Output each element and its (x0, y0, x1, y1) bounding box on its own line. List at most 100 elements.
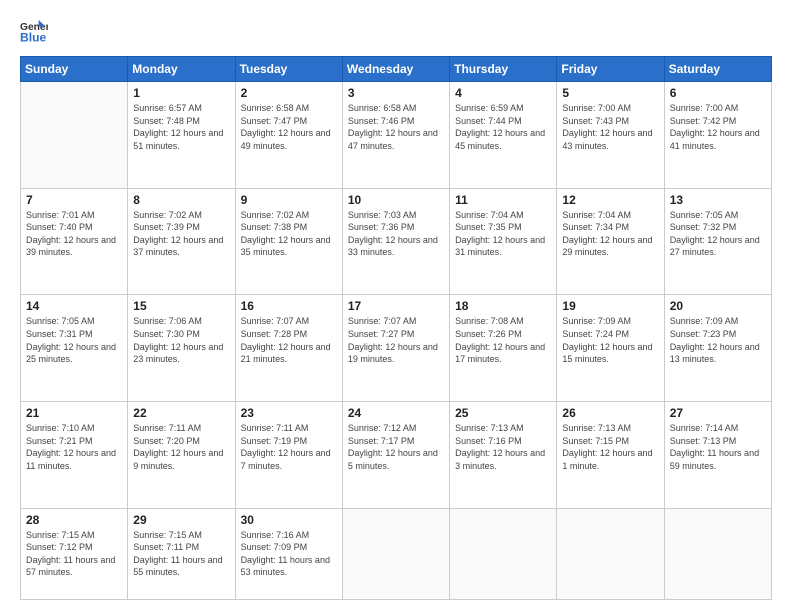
calendar-cell: 9 Sunrise: 7:02 AMSunset: 7:38 PMDaylight… (235, 188, 342, 295)
calendar-cell: 26 Sunrise: 7:13 AMSunset: 7:15 PMDayligh… (557, 401, 664, 508)
calendar-cell: 27 Sunrise: 7:14 AMSunset: 7:13 PMDayligh… (664, 401, 771, 508)
day-number: 2 (241, 86, 337, 100)
cell-info: Sunrise: 6:58 AMSunset: 7:47 PMDaylight:… (241, 102, 337, 152)
day-number: 19 (562, 299, 658, 313)
cell-info: Sunrise: 7:06 AMSunset: 7:30 PMDaylight:… (133, 315, 229, 365)
calendar-page: GeneralBlue SundayMondayTuesdayWednesday… (0, 0, 792, 612)
calendar-cell: 20 Sunrise: 7:09 AMSunset: 7:23 PMDayligh… (664, 295, 771, 402)
calendar-cell: 14 Sunrise: 7:05 AMSunset: 7:31 PMDayligh… (21, 295, 128, 402)
weekday-header-thursday: Thursday (450, 57, 557, 82)
week-row-2: 7 Sunrise: 7:01 AMSunset: 7:40 PMDaylight… (21, 188, 772, 295)
calendar-cell: 28 Sunrise: 7:15 AMSunset: 7:12 PMDayligh… (21, 508, 128, 599)
cell-info: Sunrise: 7:01 AMSunset: 7:40 PMDaylight:… (26, 209, 122, 259)
cell-info: Sunrise: 7:03 AMSunset: 7:36 PMDaylight:… (348, 209, 444, 259)
day-number: 28 (26, 513, 122, 527)
calendar-cell: 5 Sunrise: 7:00 AMSunset: 7:43 PMDaylight… (557, 82, 664, 189)
day-number: 17 (348, 299, 444, 313)
day-number: 21 (26, 406, 122, 420)
calendar-cell: 30 Sunrise: 7:16 AMSunset: 7:09 PMDayligh… (235, 508, 342, 599)
calendar-cell: 10Sunrise: 7:03 AMSunset: 7:36 PMDayligh… (342, 188, 449, 295)
day-number: 24 (348, 406, 444, 420)
cell-info: Sunrise: 7:02 AMSunset: 7:39 PMDaylight:… (133, 209, 229, 259)
weekday-header-sunday: Sunday (21, 57, 128, 82)
calendar-cell: 1 Sunrise: 6:57 AMSunset: 7:48 PMDaylight… (128, 82, 235, 189)
cell-info: Sunrise: 7:12 AMSunset: 7:17 PMDaylight:… (348, 422, 444, 472)
calendar-cell: 18 Sunrise: 7:08 AMSunset: 7:26 PMDayligh… (450, 295, 557, 402)
day-number: 14 (26, 299, 122, 313)
cell-info: Sunrise: 7:13 AMSunset: 7:15 PMDaylight:… (562, 422, 658, 472)
calendar-cell: 2 Sunrise: 6:58 AMSunset: 7:47 PMDaylight… (235, 82, 342, 189)
calendar-cell: 13 Sunrise: 7:05 AMSunset: 7:32 PMDayligh… (664, 188, 771, 295)
weekday-header-saturday: Saturday (664, 57, 771, 82)
cell-info: Sunrise: 7:14 AMSunset: 7:13 PMDaylight:… (670, 422, 766, 472)
cell-info: Sunrise: 6:58 AMSunset: 7:46 PMDaylight:… (348, 102, 444, 152)
cell-info: Sunrise: 7:04 AMSunset: 7:34 PMDaylight:… (562, 209, 658, 259)
day-number: 18 (455, 299, 551, 313)
cell-info: Sunrise: 7:10 AMSunset: 7:21 PMDaylight:… (26, 422, 122, 472)
calendar-cell: 24 Sunrise: 7:12 AMSunset: 7:17 PMDayligh… (342, 401, 449, 508)
cell-info: Sunrise: 7:02 AMSunset: 7:38 PMDaylight:… (241, 209, 337, 259)
calendar-cell: 17 Sunrise: 7:07 AMSunset: 7:27 PMDayligh… (342, 295, 449, 402)
day-number: 13 (670, 193, 766, 207)
cell-info: Sunrise: 7:00 AMSunset: 7:42 PMDaylight:… (670, 102, 766, 152)
day-number: 20 (670, 299, 766, 313)
cell-info: Sunrise: 7:07 AMSunset: 7:27 PMDaylight:… (348, 315, 444, 365)
calendar-cell (557, 508, 664, 599)
cell-info: Sunrise: 7:08 AMSunset: 7:26 PMDaylight:… (455, 315, 551, 365)
cell-info: Sunrise: 7:05 AMSunset: 7:31 PMDaylight:… (26, 315, 122, 365)
day-number: 6 (670, 86, 766, 100)
calendar-cell: 29 Sunrise: 7:15 AMSunset: 7:11 PMDayligh… (128, 508, 235, 599)
logo-icon: GeneralBlue (20, 18, 48, 46)
week-row-5: 28 Sunrise: 7:15 AMSunset: 7:12 PMDayligh… (21, 508, 772, 599)
calendar-cell (664, 508, 771, 599)
week-row-1: 1 Sunrise: 6:57 AMSunset: 7:48 PMDaylight… (21, 82, 772, 189)
calendar-cell: 11 Sunrise: 7:04 AMSunset: 7:35 PMDayligh… (450, 188, 557, 295)
calendar-cell: 6 Sunrise: 7:00 AMSunset: 7:42 PMDaylight… (664, 82, 771, 189)
cell-info: Sunrise: 6:59 AMSunset: 7:44 PMDaylight:… (455, 102, 551, 152)
day-number: 26 (562, 406, 658, 420)
header: GeneralBlue (20, 18, 772, 46)
week-row-4: 21 Sunrise: 7:10 AMSunset: 7:21 PMDayligh… (21, 401, 772, 508)
cell-info: Sunrise: 7:07 AMSunset: 7:28 PMDaylight:… (241, 315, 337, 365)
day-number: 27 (670, 406, 766, 420)
day-number: 12 (562, 193, 658, 207)
calendar-cell (450, 508, 557, 599)
calendar-cell: 15 Sunrise: 7:06 AMSunset: 7:30 PMDayligh… (128, 295, 235, 402)
day-number: 29 (133, 513, 229, 527)
cell-info: Sunrise: 7:09 AMSunset: 7:23 PMDaylight:… (670, 315, 766, 365)
day-number: 5 (562, 86, 658, 100)
day-number: 1 (133, 86, 229, 100)
day-number: 7 (26, 193, 122, 207)
calendar-cell (21, 82, 128, 189)
weekday-header-row: SundayMondayTuesdayWednesdayThursdayFrid… (21, 57, 772, 82)
cell-info: Sunrise: 7:15 AMSunset: 7:11 PMDaylight:… (133, 529, 229, 579)
day-number: 11 (455, 193, 551, 207)
day-number: 15 (133, 299, 229, 313)
day-number: 30 (241, 513, 337, 527)
calendar-cell: 3Sunrise: 6:58 AMSunset: 7:46 PMDaylight… (342, 82, 449, 189)
weekday-header-monday: Monday (128, 57, 235, 82)
cell-info: Sunrise: 7:09 AMSunset: 7:24 PMDaylight:… (562, 315, 658, 365)
cell-info: Sunrise: 6:57 AMSunset: 7:48 PMDaylight:… (133, 102, 229, 152)
day-number: 16 (241, 299, 337, 313)
calendar-cell: 8 Sunrise: 7:02 AMSunset: 7:39 PMDaylight… (128, 188, 235, 295)
calendar-cell: 4Sunrise: 6:59 AMSunset: 7:44 PMDaylight… (450, 82, 557, 189)
weekday-header-wednesday: Wednesday (342, 57, 449, 82)
cell-info: Sunrise: 7:11 AMSunset: 7:19 PMDaylight:… (241, 422, 337, 472)
calendar-cell: 21 Sunrise: 7:10 AMSunset: 7:21 PMDayligh… (21, 401, 128, 508)
day-number: 22 (133, 406, 229, 420)
calendar-cell: 19 Sunrise: 7:09 AMSunset: 7:24 PMDayligh… (557, 295, 664, 402)
cell-info: Sunrise: 7:05 AMSunset: 7:32 PMDaylight:… (670, 209, 766, 259)
cell-info: Sunrise: 7:15 AMSunset: 7:12 PMDaylight:… (26, 529, 122, 579)
cell-info: Sunrise: 7:16 AMSunset: 7:09 PMDaylight:… (241, 529, 337, 579)
weekday-header-friday: Friday (557, 57, 664, 82)
day-number: 8 (133, 193, 229, 207)
weekday-header-tuesday: Tuesday (235, 57, 342, 82)
cell-info: Sunrise: 7:04 AMSunset: 7:35 PMDaylight:… (455, 209, 551, 259)
logo: GeneralBlue (20, 18, 52, 46)
day-number: 23 (241, 406, 337, 420)
cell-info: Sunrise: 7:11 AMSunset: 7:20 PMDaylight:… (133, 422, 229, 472)
cell-info: Sunrise: 7:00 AMSunset: 7:43 PMDaylight:… (562, 102, 658, 152)
day-number: 9 (241, 193, 337, 207)
calendar-table: SundayMondayTuesdayWednesdayThursdayFrid… (20, 56, 772, 600)
